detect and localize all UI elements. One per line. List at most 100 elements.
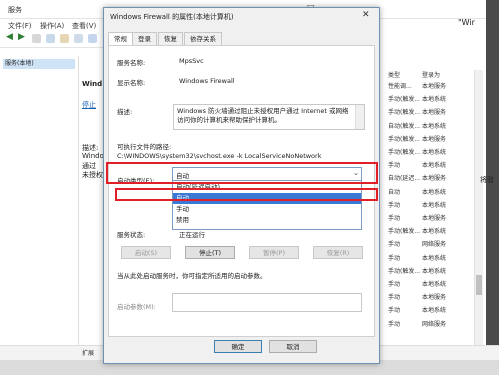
dialog-title: Windows Firewall 的属性(本地计算机) [110, 13, 234, 21]
description-label: 描述: [117, 108, 133, 116]
cell-startup-type: 手动 [388, 162, 401, 170]
desc-panel-stop-link[interactable]: 停止 [82, 100, 96, 110]
table-row[interactable]: 性能调... 本地服务 [380, 80, 472, 91]
menu-action[interactable]: 操作(A) [40, 21, 64, 31]
option-manual[interactable]: 手动 [173, 204, 361, 215]
service-name-label: 服务名称: [117, 59, 146, 67]
cancel-button[interactable]: 取消 [269, 340, 317, 353]
cell-log-on-as: 本地系统 [422, 96, 447, 104]
pause-button[interactable]: 暂停(P) [249, 246, 299, 259]
table-row[interactable]: 手动(触发... 本地系统 [380, 265, 472, 276]
table-row[interactable]: 手动(触发... 本地服务 [380, 106, 472, 117]
description-scrollbar[interactable] [355, 105, 364, 129]
help-icon[interactable] [88, 34, 97, 43]
cell-startup-type: 性能调... [388, 83, 412, 90]
table-row[interactable]: 手动 网络服务 [380, 238, 472, 249]
table-row[interactable]: 手动(触发... 本地服务 [380, 133, 472, 144]
cell-log-on-as: 本地系统 [422, 188, 447, 196]
cell-log-on-as: 本地系统 [422, 149, 447, 156]
table-row[interactable]: 手动(触发... 本地系统 [380, 225, 472, 236]
cell-startup-type: 手动(触发... [388, 96, 421, 104]
table-row[interactable]: 手动 本地服务 [380, 291, 472, 302]
table-row[interactable]: 手动 本地系统 [380, 199, 472, 210]
cell-log-on-as: 本地系统 [422, 122, 447, 130]
table-row[interactable]: 手动 网络服务 [380, 318, 472, 329]
start-params-label: 启动参数(M): [117, 303, 156, 311]
external-text-snippet: 将驳 [480, 176, 494, 184]
cell-log-on-as: 本地服务 [422, 215, 447, 222]
column-header-log-on-as[interactable]: 登录为 [422, 70, 440, 79]
service-description-panel: Wind 停止 描述: Windo 通过 未授权 [80, 75, 105, 345]
table-row[interactable]: 自动(触发... 本地系统 [380, 120, 472, 131]
tab-log-on[interactable]: 登录 [132, 32, 157, 45]
list-view-icon[interactable] [46, 34, 55, 43]
table-row[interactable]: 手动(触发... 本地系统 [380, 146, 472, 157]
menu-view[interactable]: 查看(V) [72, 21, 96, 31]
cell-startup-type: 手动 [388, 294, 401, 302]
startup-type-highlight [106, 162, 378, 184]
cell-startup-type: 自动 [388, 188, 401, 196]
cell-log-on-as: 本地服务 [422, 109, 447, 117]
services-list: 类型 登录为 性能调... 本地服务 手动(触发... 本地系统 手动(触发... 本地服… [380, 70, 472, 345]
description-box[interactable]: Windows 防火墙通过阻止未授权用户通过 Internet 或网络访问你的计… [173, 104, 365, 130]
table-row[interactable]: 手动(触发... 本地系统 [380, 93, 472, 104]
tab-extended[interactable]: 扩展 [82, 348, 94, 357]
cell-startup-type: 手动(触发... [388, 267, 421, 275]
ok-button[interactable]: 确定 [214, 340, 262, 353]
table-row[interactable]: 自动 本地系统 [380, 186, 472, 197]
cell-log-on-as: 网络服务 [422, 241, 447, 249]
desc-panel-text-3: 未授权 [82, 171, 103, 179]
cell-log-on-as: 本地服务 [422, 135, 447, 143]
cell-startup-type: 自动(延迟... [388, 175, 421, 183]
services-menubar: 文件(F) 操作(A) 查看(V) [0, 20, 105, 31]
table-row[interactable]: 手动 本地系统 [380, 278, 472, 289]
cell-log-on-as: 本地系统 [422, 162, 447, 170]
table-row[interactable]: 手动 本地服务 [380, 212, 472, 223]
cell-startup-type: 手动 [388, 241, 401, 249]
cell-startup-type: 手动 [388, 281, 401, 288]
cell-startup-type: 手动 [388, 320, 401, 328]
cell-log-on-as: 本地系统 [422, 201, 447, 209]
resume-button[interactable]: 恢复(R) [313, 246, 363, 259]
table-row[interactable]: 手动 本地系统 [380, 159, 472, 170]
table-row[interactable]: 手动 本地系统 [380, 304, 472, 315]
console-tree-icon[interactable] [32, 34, 41, 43]
option-disabled[interactable]: 禁用 [173, 215, 361, 226]
service-status-label: 服务状态: [117, 231, 146, 239]
services-window-title: 服务 [8, 6, 22, 14]
services-list-scrollbar[interactable] [474, 70, 483, 345]
service-properties-dialog: Windows Firewall 的属性(本地计算机) ✕ 常规 登录 恢复 依… [103, 7, 380, 364]
display-name-value: Windows Firewall [179, 77, 235, 85]
cell-log-on-as: 本地服务 [422, 175, 447, 183]
automatic-option-highlight [115, 188, 378, 201]
tab-dependencies[interactable]: 依存关系 [184, 32, 222, 45]
back-arrow-icon[interactable]: ◀ [6, 32, 15, 42]
refresh-icon[interactable] [60, 34, 69, 43]
table-row[interactable]: 自动(延迟... 本地服务 [380, 172, 472, 183]
cell-startup-type: 手动(触发... [388, 109, 421, 117]
export-list-icon[interactable] [74, 34, 83, 43]
tab-general[interactable]: 常规 [108, 32, 133, 46]
column-header-startup-type[interactable]: 类型 [388, 70, 400, 79]
cell-log-on-as: 本地系统 [422, 228, 447, 236]
desc-panel-text-1: Windo [82, 152, 104, 160]
start-params-input[interactable] [172, 293, 362, 312]
description-text: Windows 防火墙通过阻止未授权用户通过 Internet 或网络访问你的计… [177, 107, 349, 124]
forward-arrow-icon[interactable]: ▶ [18, 32, 27, 42]
scrollbar-thumb[interactable] [476, 275, 482, 295]
cell-startup-type: 手动 [388, 307, 401, 315]
console-tree: 服务(本地) [0, 56, 79, 346]
close-icon[interactable]: ✕ [362, 10, 370, 20]
start-button[interactable]: 启动(S) [121, 246, 171, 259]
service-name-value: MpsSvc [179, 57, 204, 65]
table-row[interactable]: 手动 本地系统 [380, 252, 472, 263]
services-toolbar: ◀ ▶ [0, 31, 105, 48]
tab-recovery[interactable]: 恢复 [158, 32, 183, 45]
exe-path-value: C:\WINDOWS\system32\svchost.exe -k Local… [117, 152, 322, 160]
stop-button[interactable]: 停止(T) [185, 246, 235, 259]
cell-startup-type: 自动(触发... [388, 122, 421, 130]
external-text-snippet: "Wir [458, 18, 475, 27]
service-status-value: 正在运行 [179, 231, 205, 239]
tree-item-services-local[interactable]: 服务(本地) [3, 59, 75, 69]
menu-file[interactable]: 文件(F) [8, 21, 32, 31]
